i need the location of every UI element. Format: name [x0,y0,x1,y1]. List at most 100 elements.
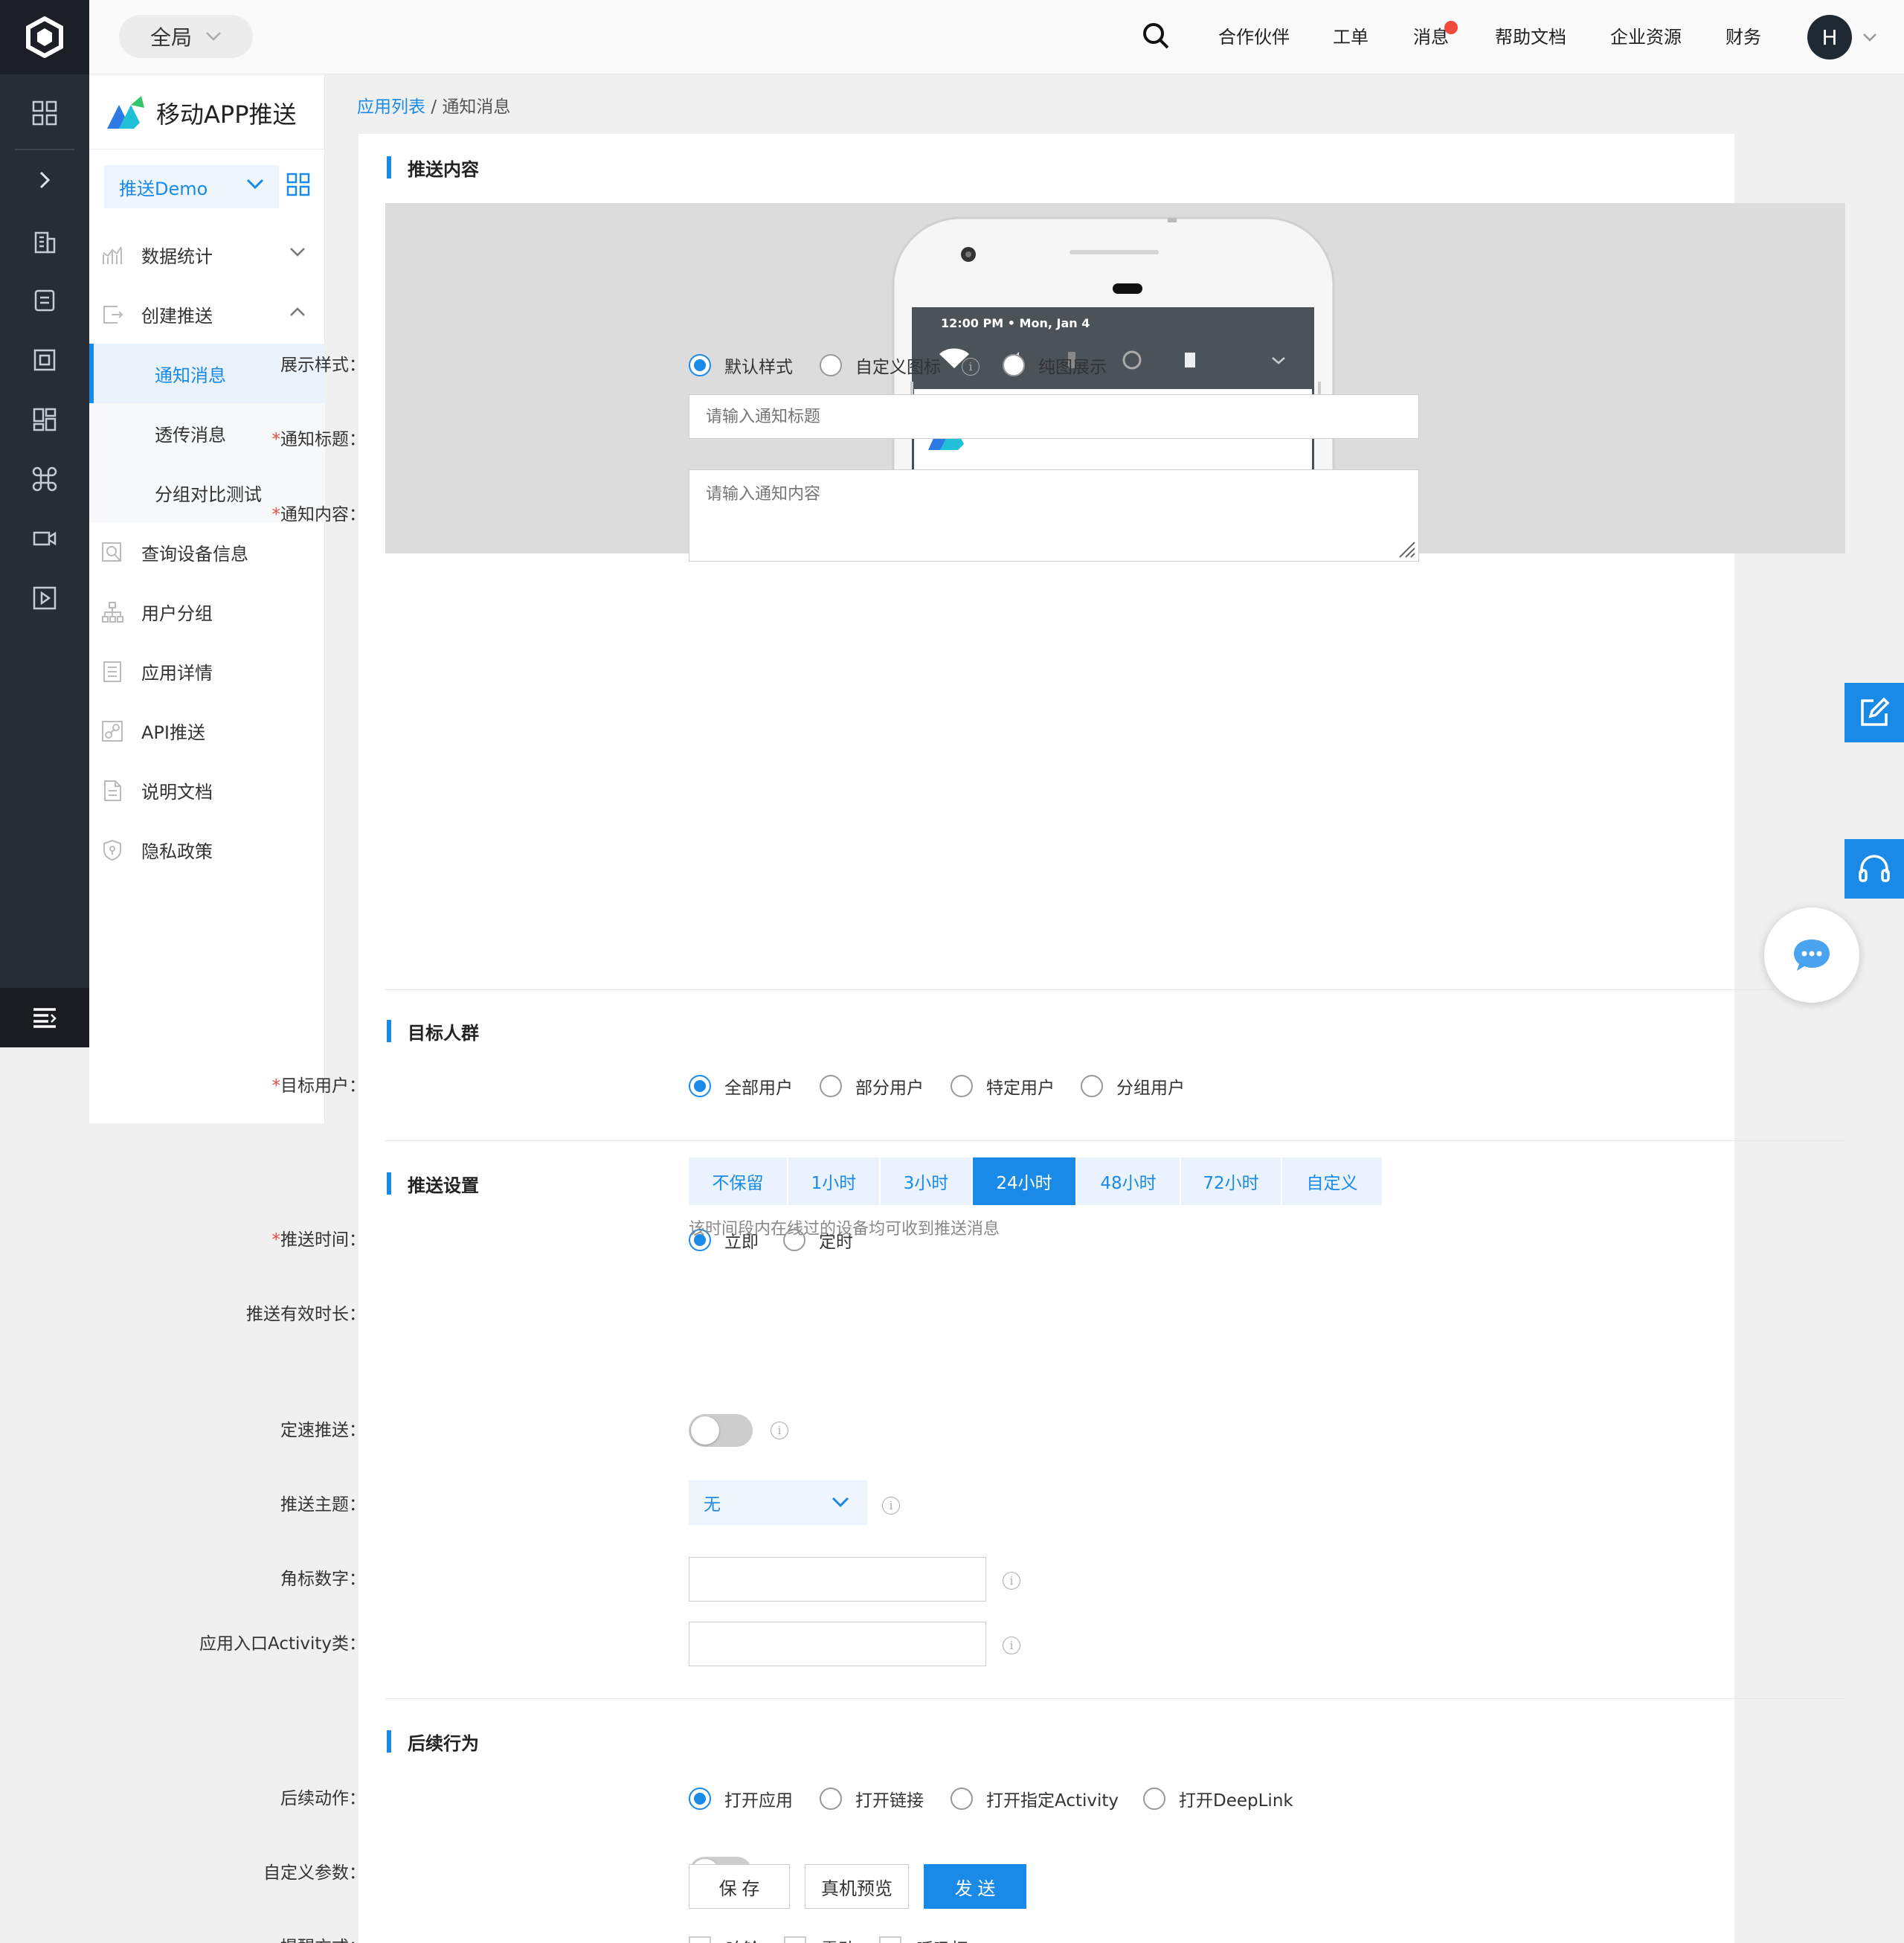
customer-support-icon[interactable] [1844,839,1904,899]
ttl-label: 推送有效时长： [246,1305,366,1324]
radio-label: 部分用户 [855,1079,924,1098]
chat-bubble-icon[interactable] [1764,908,1859,1003]
product-brand[interactable]: 移动APP推送 [104,89,297,137]
remind-led-checkbox[interactable]: 呼吸灯 [879,1935,968,1943]
scope-selector[interactable]: 全局 [119,15,253,58]
ttl-option[interactable]: 1小时 [788,1157,879,1205]
nav-enterprise-resources[interactable]: 企业资源 [1610,22,1682,52]
device-preview-button[interactable]: 真机预览 [805,1864,909,1909]
checkbox-box [784,1936,806,1943]
section-title: 推送设置 [408,1175,479,1196]
brand-name: 移动APP推送 [156,100,297,129]
avatar[interactable]: H [1807,15,1852,60]
building-icon[interactable] [30,226,60,256]
menu-privacy[interactable]: 隐私政策 [89,820,325,879]
product-sidebar: 移动APP推送 推送Demo 数据统计 创建推送 通知消息 透传消息 分组对比测… [89,74,325,1123]
nav-finance[interactable]: 财务 [1726,22,1761,52]
resize-handle-icon[interactable] [1397,539,1416,559]
menu-api-push[interactable]: API推送 [89,701,325,760]
nav-messages[interactable]: 消息 [1413,22,1449,52]
cloud-logo-icon[interactable] [0,0,89,74]
nav-partners[interactable]: 合作伙伴 [1218,22,1290,52]
menu-create-push[interactable]: 创建推送 [89,284,325,344]
target-partial-radio[interactable]: 部分用户 [820,1073,924,1099]
ttl-option[interactable]: 自定义 [1282,1157,1382,1205]
action-open-deeplink-radio[interactable]: 打开DeepLink [1143,1786,1293,1811]
video-camera-icon[interactable] [30,524,60,553]
submenu-label: 分组对比测试 [155,484,262,505]
entry-activity-input[interactable] [689,1622,986,1666]
api-icon [102,721,123,742]
info-icon[interactable]: i [1003,1572,1020,1590]
chart-icon [103,246,122,264]
action-open-link-radio[interactable]: 打开链接 [820,1786,924,1811]
chevron-right-icon[interactable] [30,165,60,195]
style-image-only-radio[interactable]: 纯图展示 [1003,353,1107,378]
target-all-radio[interactable]: 全部用户 [689,1073,793,1099]
notification-title-input[interactable] [689,394,1419,439]
database-icon[interactable] [30,286,60,315]
action-open-activity-radio[interactable]: 打开指定Activity [951,1786,1119,1811]
breadcrumb-app-list[interactable]: 应用列表 [357,97,425,117]
topic-label: 推送主题： [280,1495,366,1515]
chevron-down-icon[interactable] [1862,33,1877,42]
left-rail [0,0,89,1047]
menu-user-group[interactable]: 用户分组 [89,582,325,641]
target-specific-radio[interactable]: 特定用户 [951,1073,1055,1099]
section-title: 目标人群 [408,1022,479,1044]
rate-limit-toggle[interactable] [689,1414,753,1447]
remind-vibrate-checkbox[interactable]: 震动 [784,1935,855,1943]
badge-number-input[interactable] [689,1557,986,1602]
chevron-down-icon [290,248,305,257]
message-badge [1444,21,1458,34]
menu-label: 说明文档 [141,781,213,803]
action-open-app-radio[interactable]: 打开应用 [689,1786,793,1811]
top-bar: 全局 合作伙伴 工单 消息 帮助文档 企业资源 财务 H [89,0,1904,74]
ttl-option[interactable]: 48小时 [1077,1157,1180,1205]
play-icon[interactable] [30,583,60,613]
apps-grid-icon[interactable] [30,98,60,128]
apps-grid-icon[interactable] [286,173,310,196]
info-icon[interactable]: i [1003,1637,1020,1654]
target-group-radio[interactable]: 分组用户 [1081,1073,1185,1099]
style-default-radio[interactable]: 默认样式 [689,353,793,378]
nav-tickets[interactable]: 工单 [1333,22,1368,52]
menu-data-stats[interactable]: 数据统计 [89,225,325,284]
dashboard-icon[interactable] [30,405,60,434]
container-icon[interactable] [30,345,60,375]
params-label: 自定义参数： [263,1863,366,1883]
body-label: *通知内容： [272,502,367,527]
nav-help-docs[interactable]: 帮助文档 [1495,22,1566,52]
ttl-option[interactable]: 72小时 [1181,1157,1281,1205]
radio-label: 全部用户 [724,1079,793,1098]
menu-docs[interactable]: 说明文档 [89,760,325,820]
collapse-menu-icon[interactable] [0,988,89,1047]
menu-query-device[interactable]: 查询设备信息 [89,522,325,582]
search-icon[interactable] [1141,21,1171,51]
topic-select[interactable]: 无 [689,1480,867,1525]
command-icon[interactable] [30,464,60,494]
app-selector-label: 推送Demo [119,178,208,199]
action-label: 后续动作： [280,1789,366,1808]
info-icon[interactable]: i [771,1422,788,1439]
ttl-option[interactable]: 3小时 [881,1157,971,1205]
menu-label: 数据统计 [141,245,213,267]
menu-app-detail[interactable]: 应用详情 [89,641,325,701]
send-button[interactable]: 发 送 [924,1864,1026,1909]
push-form-card: 推送内容 12:00 PM • Mon, Jan 4 展示样式： 默认样式 自定… [199,134,1845,1943]
radio-label: 纯图展示 [1038,358,1107,377]
style-custom-icon-radio[interactable]: 自定义图标 [820,353,941,378]
label-text: 通知标题： [280,430,366,449]
remind-ring-checkbox[interactable]: 响铃 [689,1935,760,1943]
save-button[interactable]: 保 存 [689,1864,790,1909]
ttl-option[interactable]: 不保留 [689,1157,787,1205]
ttl-option-selected[interactable]: 24小时 [973,1157,1075,1205]
chevron-up-icon [290,307,305,316]
notification-content-textarea[interactable] [689,469,1419,562]
info-icon[interactable]: i [962,358,980,376]
rail-divider [15,149,74,150]
required-mark: * [271,1076,281,1096]
feedback-edit-icon[interactable] [1844,683,1904,742]
app-selector[interactable]: 推送Demo [104,165,279,208]
info-icon[interactable]: i [882,1497,900,1515]
